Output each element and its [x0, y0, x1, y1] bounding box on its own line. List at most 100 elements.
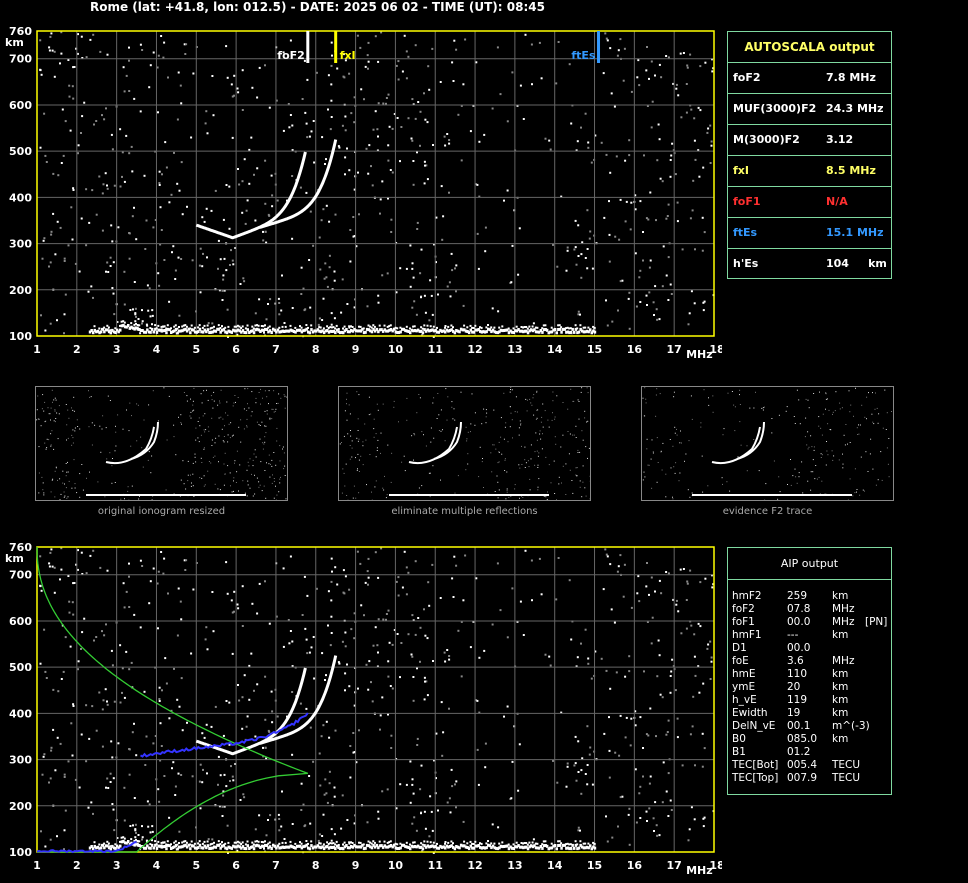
aip-name: foE: [732, 655, 749, 667]
aip-name: DelN_vE: [732, 720, 776, 732]
x-tick-label: 17: [667, 343, 682, 356]
y-tick-label: 100: [9, 846, 32, 859]
y-tick-label: 300: [9, 238, 32, 251]
aip-row: D1 00.0: [732, 642, 891, 655]
x-tick-label: 15: [587, 343, 602, 356]
aip-value: 110: [787, 668, 808, 680]
x-tick-label: 5: [192, 859, 200, 872]
x-tick-label: 17: [667, 859, 682, 872]
autoscala-row: foF1 N/A: [728, 186, 891, 217]
aip-name: TEC[Top]: [732, 772, 779, 784]
autoscala-value: 24.3 MHz: [826, 102, 884, 115]
aip-name: h_vE: [732, 694, 757, 706]
aip-name: TEC[Bot]: [732, 759, 779, 771]
blue-e-curve: [36, 841, 137, 854]
aip-unit: km: [832, 590, 849, 602]
x-tick-label: 16: [627, 859, 643, 872]
aip-name: foF2: [732, 603, 755, 615]
autoscala-value: 8.5 MHz: [826, 164, 876, 177]
y-tick-label: 500: [9, 661, 32, 674]
autoscala-label: fxI: [733, 164, 749, 177]
x-tick-label: 14: [547, 343, 563, 356]
autoscala-row: fxI 8.5 MHz: [728, 155, 891, 186]
autoscala-row: M(3000)F2 3.12: [728, 124, 891, 155]
aip-extra: [PN]: [865, 616, 888, 628]
thumbnail-1: [35, 386, 288, 501]
autoscala-label: foF2: [733, 71, 761, 84]
y-tick-label: 300: [9, 754, 32, 767]
aip-name: ymE: [732, 681, 756, 693]
autoscala-row: ftEs 15.1 MHz: [728, 217, 891, 248]
aip-title: AIP output: [728, 548, 891, 580]
grid: [36, 31, 715, 337]
autoscala-value: 104 km: [826, 257, 887, 270]
autoscala-row: h'Es 104 km: [728, 248, 891, 279]
thumbnail-caption: evidence F2 trace: [722, 506, 813, 517]
x-unit-label: MHz: [686, 348, 713, 361]
ionogram-top: 760700600500400300200100km1 2 3 4 5 6 7 8 9 10 11 1…: [5, 25, 722, 361]
autoscala-value: 7.8 MHz: [826, 71, 876, 84]
aip-panel: AIP output hmF2 259 km foF2 07.8 MHz foF1 00.0 M…: [727, 547, 892, 795]
x-tick-label: 12: [467, 859, 482, 872]
x-tick-label: 10: [388, 859, 404, 872]
marker-label: foF2: [277, 49, 305, 62]
marker-ftes: [597, 31, 601, 63]
x-tick-label: 11: [428, 343, 443, 356]
aip-value: 00.0: [787, 642, 811, 654]
autoscala-label: MUF(3000)F2: [733, 102, 817, 115]
thumbnail-3: [641, 386, 894, 501]
aip-row: h_vE 119 km: [732, 694, 891, 707]
y-tick-label: 400: [9, 191, 32, 204]
aip-value: 085.0: [787, 733, 818, 745]
aip-row: hmE 110 km: [732, 668, 891, 681]
aip-value: 01.2: [787, 746, 811, 758]
autoscala-row: MUF(3000)F2 24.3 MHz: [728, 93, 891, 124]
aip-value: ---: [787, 629, 799, 641]
y-unit-label: km: [5, 36, 24, 49]
aip-unit: km: [832, 733, 849, 745]
aip-value: 259: [787, 590, 808, 602]
x-tick-label: 10: [388, 343, 404, 356]
x-tick-label: 6: [232, 859, 240, 872]
x-tick-label: 7: [272, 859, 280, 872]
aip-row: hmF2 259 km: [732, 590, 891, 603]
aip-row: B0 085.0 km: [732, 733, 891, 746]
y-unit-label: km: [5, 552, 24, 565]
autoscala-label: M(3000)F2: [733, 133, 800, 146]
x-tick-label: 14: [547, 859, 563, 872]
aip-row: ymE 20 km: [732, 681, 891, 694]
aip-value: 00.0: [787, 616, 811, 628]
aip-value: 20: [787, 681, 801, 693]
aip-unit: TECU: [832, 772, 861, 784]
x-tick-label: 8: [312, 343, 320, 356]
x-tick-label: 4: [153, 343, 161, 356]
thumbnail-caption: original ionogram resized: [97, 506, 226, 517]
x-tick-label: 3: [113, 343, 121, 356]
x-tick-label: 6: [232, 343, 240, 356]
x-tick-label: 16: [627, 343, 643, 356]
autoscala-value: N/A: [826, 195, 848, 208]
aip-row: B1 01.2: [732, 746, 891, 759]
y-tick-label: 100: [9, 330, 32, 343]
autoscala-row: foF2 7.8 MHz: [728, 62, 891, 93]
aip-unit: m^(-3): [832, 720, 870, 732]
aip-name: B0: [732, 733, 746, 745]
aip-row: Ewidth 19 km: [732, 707, 891, 720]
x-tick-label: 3: [113, 859, 121, 872]
thumbnail-caption: eliminate multiple reflections: [391, 506, 538, 517]
aip-row: foF1 00.0 MHz [PN]: [732, 616, 891, 629]
aip-unit: MHz: [832, 616, 855, 628]
aip-row: foF2 07.8 MHz: [732, 603, 891, 616]
aip-name: B1: [732, 746, 746, 758]
aip-row: TEC[Top] 007.9 TECU: [732, 772, 891, 785]
x-tick-label: 11: [428, 859, 443, 872]
marker-fxi: [334, 31, 338, 63]
thumbnail-2: [338, 386, 591, 501]
x-tick-label: 8: [312, 859, 320, 872]
x-tick-label: 2: [73, 343, 81, 356]
aip-unit: MHz: [832, 655, 855, 667]
y-tick-label: 200: [9, 284, 32, 297]
x-tick-label: 15: [587, 859, 602, 872]
y-tick-label: 700: [9, 53, 32, 66]
x-tick-label: 7: [272, 343, 280, 356]
